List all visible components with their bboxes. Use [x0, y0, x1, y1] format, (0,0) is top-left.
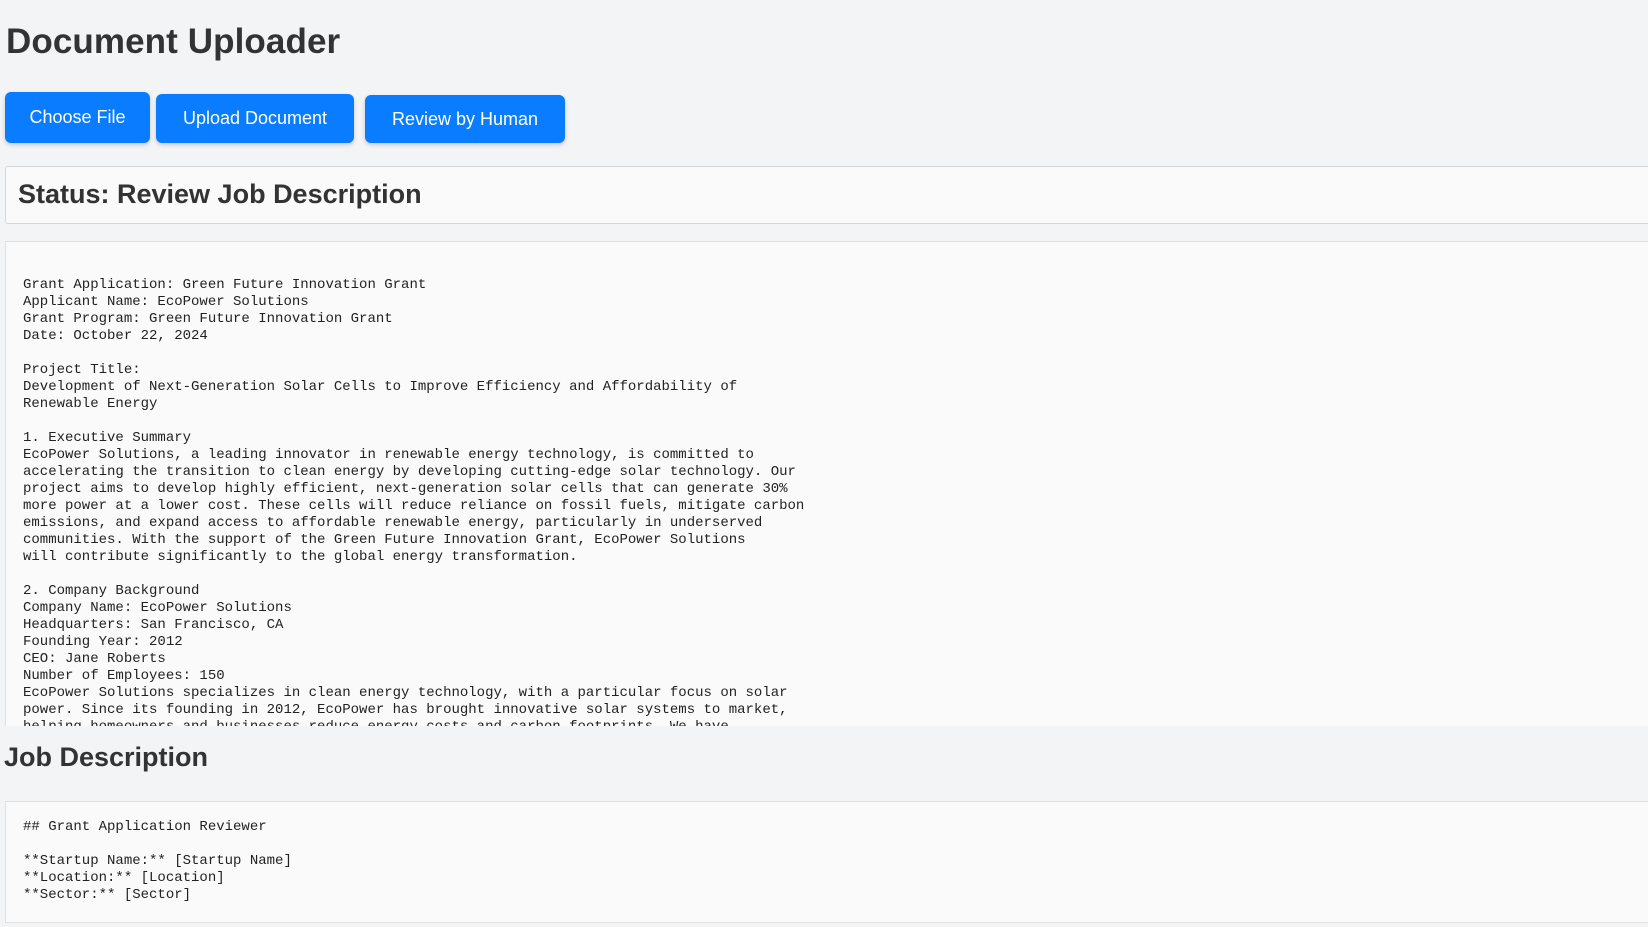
text-line: more power at a lower cost. These cells … [23, 498, 805, 514]
text-line: **Sector:** [Sector] [23, 887, 192, 903]
text-line: ## Grant Application Reviewer [23, 819, 267, 835]
text-line: accelerating the transition to clean ene… [23, 464, 796, 480]
text-line: helping homeowners and businesses reduce… [23, 719, 729, 726]
document-uploader-page: Document Uploader Choose File Upload Doc… [0, 0, 1648, 927]
text-line: Project Title: [23, 362, 141, 378]
text-line: Number of Employees: 150 [23, 668, 225, 684]
document-text: Grant Application: Green Future Innovati… [23, 277, 804, 726]
text-line: EcoPower Solutions specializes in clean … [23, 685, 788, 701]
job-description-heading: Job Description [4, 742, 209, 772]
text-line: EcoPower Solutions, a leading innovator … [23, 447, 754, 463]
text-line: Founding Year: 2012 [23, 634, 183, 650]
text-line: Applicant Name: EcoPower Solutions [23, 294, 309, 310]
job-description-text: ## Grant Application Reviewer **Startup … [23, 819, 292, 904]
text-line: project aims to develop highly efficient… [23, 481, 788, 497]
text-line: 2. Company Background [23, 583, 200, 599]
text-line: emissions, and expand access to affordab… [23, 515, 763, 531]
upload-document-button[interactable]: Upload Document [156, 94, 354, 143]
text-line: Grant Program: Green Future Innovation G… [23, 311, 393, 327]
text-line: CEO: Jane Roberts [23, 651, 166, 667]
text-line: Development of Next-Generation Solar Cel… [23, 379, 738, 395]
text-line: **Startup Name:** [Startup Name] [23, 853, 292, 869]
status-panel: Status: Review Job Description [5, 166, 1648, 224]
page-title: Document Uploader [6, 22, 341, 61]
text-line: Renewable Energy [23, 396, 158, 412]
text-line: 1. Executive Summary [23, 430, 192, 446]
text-line: **Location:** [Location] [23, 870, 225, 886]
text-line: communities. With the support of the Gre… [23, 532, 746, 548]
job-description-panel[interactable]: ## Grant Application Reviewer **Startup … [5, 801, 1648, 923]
text-line: power. Since its founding in 2012, EcoPo… [23, 702, 788, 718]
text-line: will contribute significantly to the glo… [23, 549, 578, 565]
text-line: Grant Application: Green Future Innovati… [23, 277, 427, 293]
document-preview-panel[interactable]: Grant Application: Green Future Innovati… [5, 241, 1648, 726]
text-line: Headquarters: San Francisco, CA [23, 617, 284, 633]
text-line: Company Name: EcoPower Solutions [23, 600, 292, 616]
status-text: Status: Review Job Description [18, 179, 422, 209]
choose-file-button[interactable]: Choose File [5, 92, 150, 143]
text-line: Date: October 22, 2024 [23, 328, 208, 344]
review-by-human-button[interactable]: Review by Human [365, 95, 565, 143]
